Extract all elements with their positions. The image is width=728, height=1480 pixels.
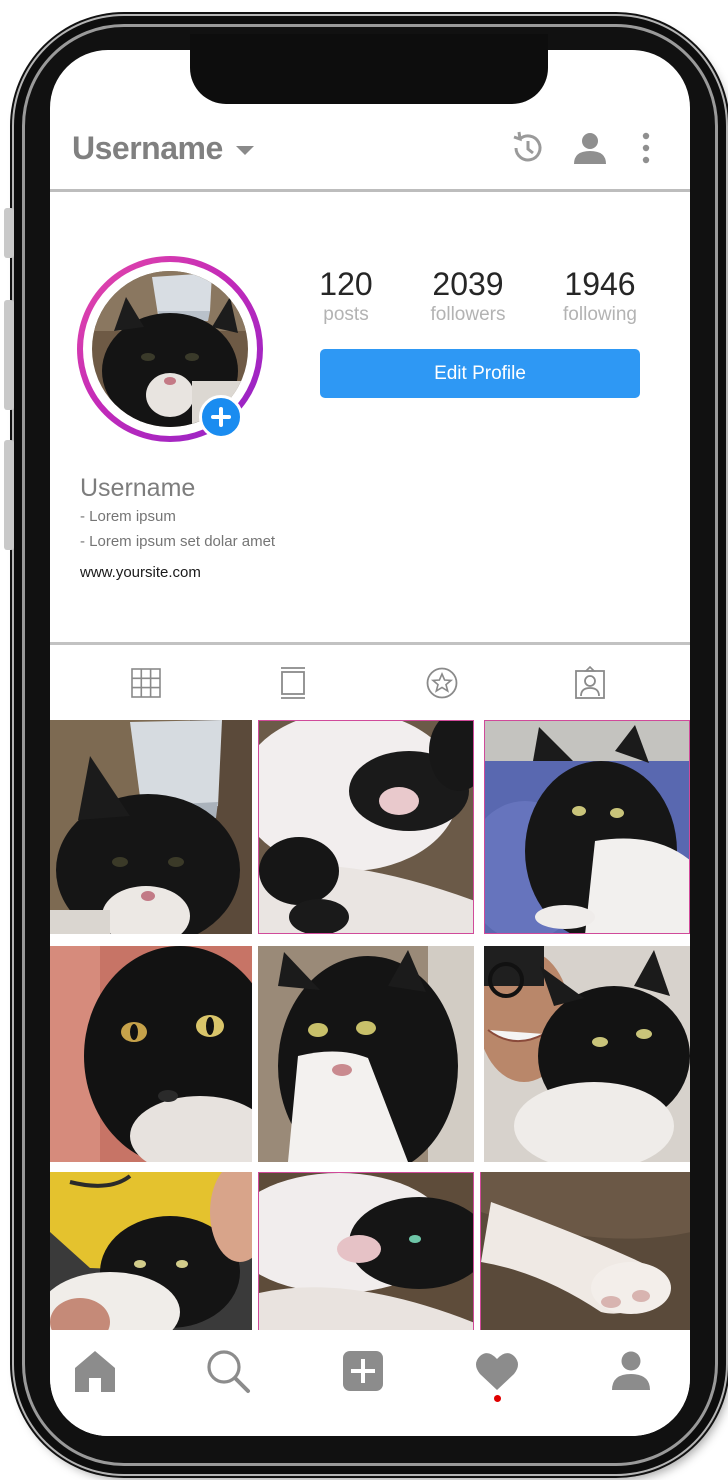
following-stat[interactable]: 1946 following (540, 266, 660, 326)
home-icon[interactable] (72, 1348, 118, 1394)
star-icon[interactable] (425, 666, 459, 700)
post-thumbnail[interactable] (258, 1172, 474, 1336)
edit-profile-button[interactable]: Edit Profile (320, 349, 640, 398)
chevron-down-icon[interactable] (236, 146, 254, 155)
phone-mute-switch (4, 208, 14, 258)
phone-volume-up (4, 300, 14, 410)
posts-count: 120 (319, 266, 373, 302)
post-thumbnail[interactable] (484, 720, 690, 934)
tagged-icon[interactable] (573, 666, 607, 700)
followers-label: followers (430, 304, 506, 325)
post-thumbnail[interactable] (50, 946, 252, 1162)
notification-dot (494, 1395, 501, 1402)
feed-icon[interactable] (276, 666, 310, 700)
post-thumbnail[interactable] (480, 1172, 690, 1336)
add-story-icon[interactable] (199, 395, 243, 439)
post-thumbnail[interactable] (258, 946, 474, 1162)
account-switcher-title[interactable]: Username (72, 130, 223, 167)
heart-icon[interactable] (474, 1348, 520, 1394)
followers-stat[interactable]: 2039 followers (408, 266, 528, 326)
phone-notch (190, 34, 548, 104)
phone-volume-down (4, 440, 14, 550)
following-label: following (563, 304, 637, 325)
grid-icon[interactable] (129, 666, 163, 700)
profile-header: Username (50, 110, 690, 192)
following-count: 1946 (564, 266, 636, 302)
bottom-navigation (50, 1330, 690, 1436)
add-post-icon[interactable] (340, 1348, 386, 1394)
more-vertical-icon[interactable] (634, 128, 658, 168)
post-thumbnail[interactable] (50, 1172, 252, 1336)
posts-stat[interactable]: 120 posts (286, 266, 406, 326)
search-icon[interactable] (205, 1348, 251, 1394)
bio-name: Username (80, 474, 196, 502)
history-icon[interactable] (508, 128, 548, 168)
followers-count: 2039 (432, 266, 504, 302)
profile-icon[interactable] (608, 1348, 654, 1394)
post-thumbnail[interactable] (258, 720, 474, 934)
app-screen: Username 120 posts 2039 followers 1946 f… (50, 50, 690, 1436)
bio-line: - Lorem ipsum (80, 508, 176, 525)
section-divider (50, 642, 690, 645)
person-icon[interactable] (570, 128, 610, 168)
bio-website-link[interactable]: www.yoursite.com (80, 564, 201, 581)
bio-line: - Lorem ipsum set dolar amet (80, 533, 276, 550)
post-thumbnail[interactable] (50, 720, 252, 934)
posts-label: posts (323, 304, 369, 325)
post-thumbnail[interactable] (484, 946, 690, 1162)
